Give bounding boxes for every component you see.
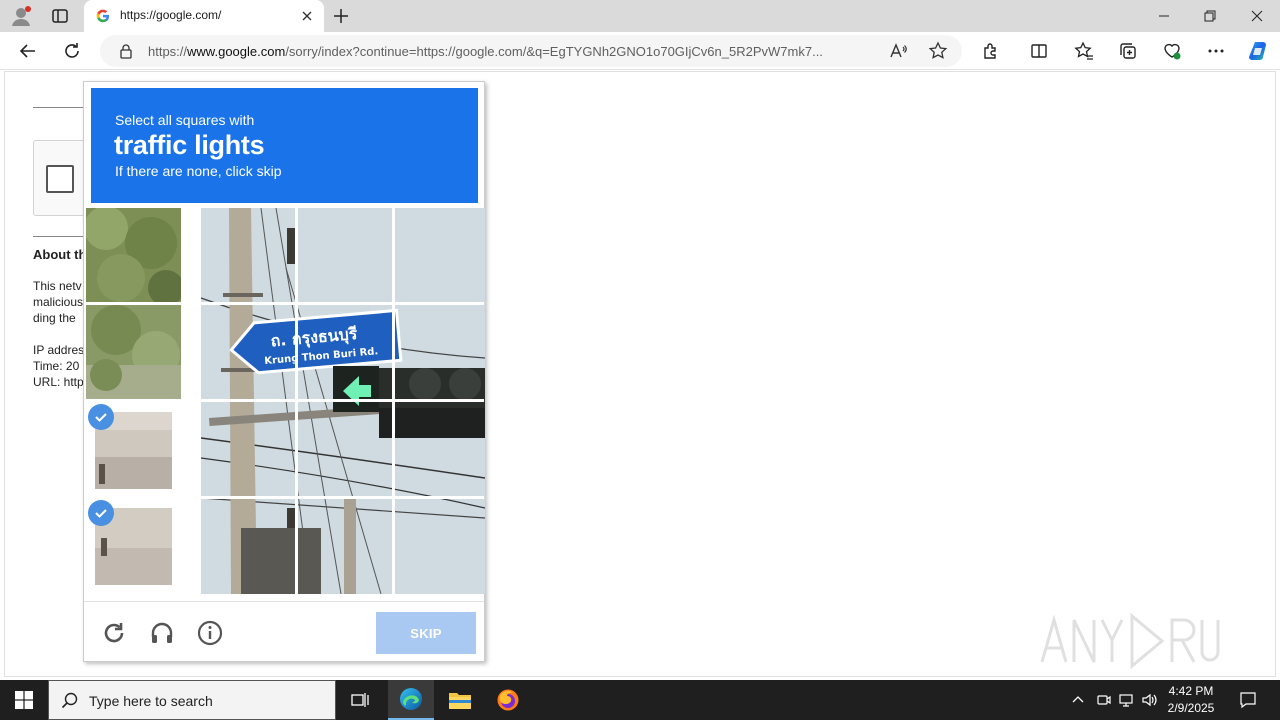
browser-essentials-icon[interactable] [1162,41,1182,61]
reload-challenge-icon[interactable] [100,619,128,647]
tab-strip: https://google.com/ [0,0,1280,32]
address-bar[interactable]: https://www.google.com/sorry/index?conti… [100,35,962,67]
file-explorer-icon[interactable] [438,680,482,720]
profile-icon[interactable] [10,5,32,27]
browser-toolbar: https://www.google.com/sorry/index?conti… [0,32,1280,70]
network-icon[interactable] [1117,680,1137,720]
page-info-line: URL: http [33,375,84,389]
new-tab-icon[interactable] [332,7,350,25]
recaptcha-checkbox[interactable] [46,165,74,193]
lock-icon[interactable] [118,43,134,59]
google-favicon-icon [96,9,110,23]
grid-divider [392,208,395,596]
taskbar-clock[interactable]: 4:42 PM 2/9/2025 [1160,683,1222,717]
page-text-line: ding the [33,311,76,325]
taskbar-search[interactable]: Type here to search [48,680,336,720]
firefox-icon[interactable] [486,680,530,720]
challenge-banner: Select all squares with traffic lights I… [91,88,478,203]
checkmark-icon [88,404,114,430]
close-window-icon[interactable] [1234,0,1280,32]
grid-divider [86,496,484,499]
grid-divider [181,208,201,596]
copilot-icon[interactable] [1246,39,1270,63]
grid-divider [86,399,484,402]
audio-challenge-icon[interactable] [148,619,176,647]
tile-1[interactable] [86,208,181,302]
page-info-line: Time: 20 [33,359,80,373]
split-screen-icon[interactable] [1029,41,1049,61]
target-object: traffic lights [114,130,265,160]
url-path: /sorry/index?continue=https://google.com… [285,44,823,59]
favorite-star-icon[interactable] [928,41,948,61]
grid-divider [295,208,298,596]
image-grid: ถ. กรุงธนบุรี Krung Thon Buri Rd. [86,208,485,596]
extensions-icon[interactable] [981,41,1001,61]
anyrun-watermark [1036,606,1236,676]
minimize-icon[interactable] [1141,0,1187,32]
search-placeholder: Type here to search [89,693,213,709]
url-text[interactable]: https://www.google.com/sorry/index?conti… [148,44,823,59]
checkmark-icon [88,500,114,526]
clock-time: 4:42 PM [1168,684,1214,698]
info-icon[interactable] [196,619,224,647]
search-icon [61,692,78,709]
recaptcha-challenge: Select all squares with traffic lights I… [83,81,485,662]
url-domain: www.google.com [187,44,286,59]
collections-icon[interactable] [1118,41,1138,61]
favorites-icon[interactable] [1074,41,1094,61]
notification-center-icon[interactable] [1232,680,1264,720]
task-view-icon[interactable] [340,680,380,720]
page-info-line: IP addres [33,343,85,357]
browser-tab[interactable]: https://google.com/ [84,0,324,32]
meet-now-icon[interactable] [1094,680,1114,720]
url-prefix: https:// [148,44,188,59]
tab-actions-icon[interactable] [50,6,70,26]
back-icon[interactable] [18,41,38,61]
edge-taskbar-icon[interactable] [388,680,434,720]
read-aloud-icon[interactable] [888,41,908,61]
grid-divider [86,302,484,305]
page-text-line: This netv [33,279,82,293]
restore-icon[interactable] [1187,0,1233,32]
refresh-icon[interactable] [62,41,82,61]
skip-button[interactable]: SKIP [376,612,476,654]
close-tab-icon[interactable] [300,9,314,23]
tab-title: https://google.com/ [120,8,222,22]
show-hidden-icons-chevron-up-icon[interactable] [1068,680,1088,720]
challenge-footer: SKIP [84,601,484,662]
windows-start-icon[interactable] [0,680,48,720]
clock-date: 2/9/2025 [1167,701,1215,715]
hint-text: If there are none, click skip [115,163,282,179]
tile-5[interactable] [86,305,181,399]
page-text-line: malicious [33,295,84,309]
about-heading: About th [33,247,87,262]
more-menu-icon[interactable] [1206,41,1226,61]
volume-icon[interactable] [1140,680,1160,720]
instruction-text: Select all squares with [115,112,255,128]
windows-taskbar: Type here to search 4:42 PM 2/9/2025 [0,680,1280,720]
